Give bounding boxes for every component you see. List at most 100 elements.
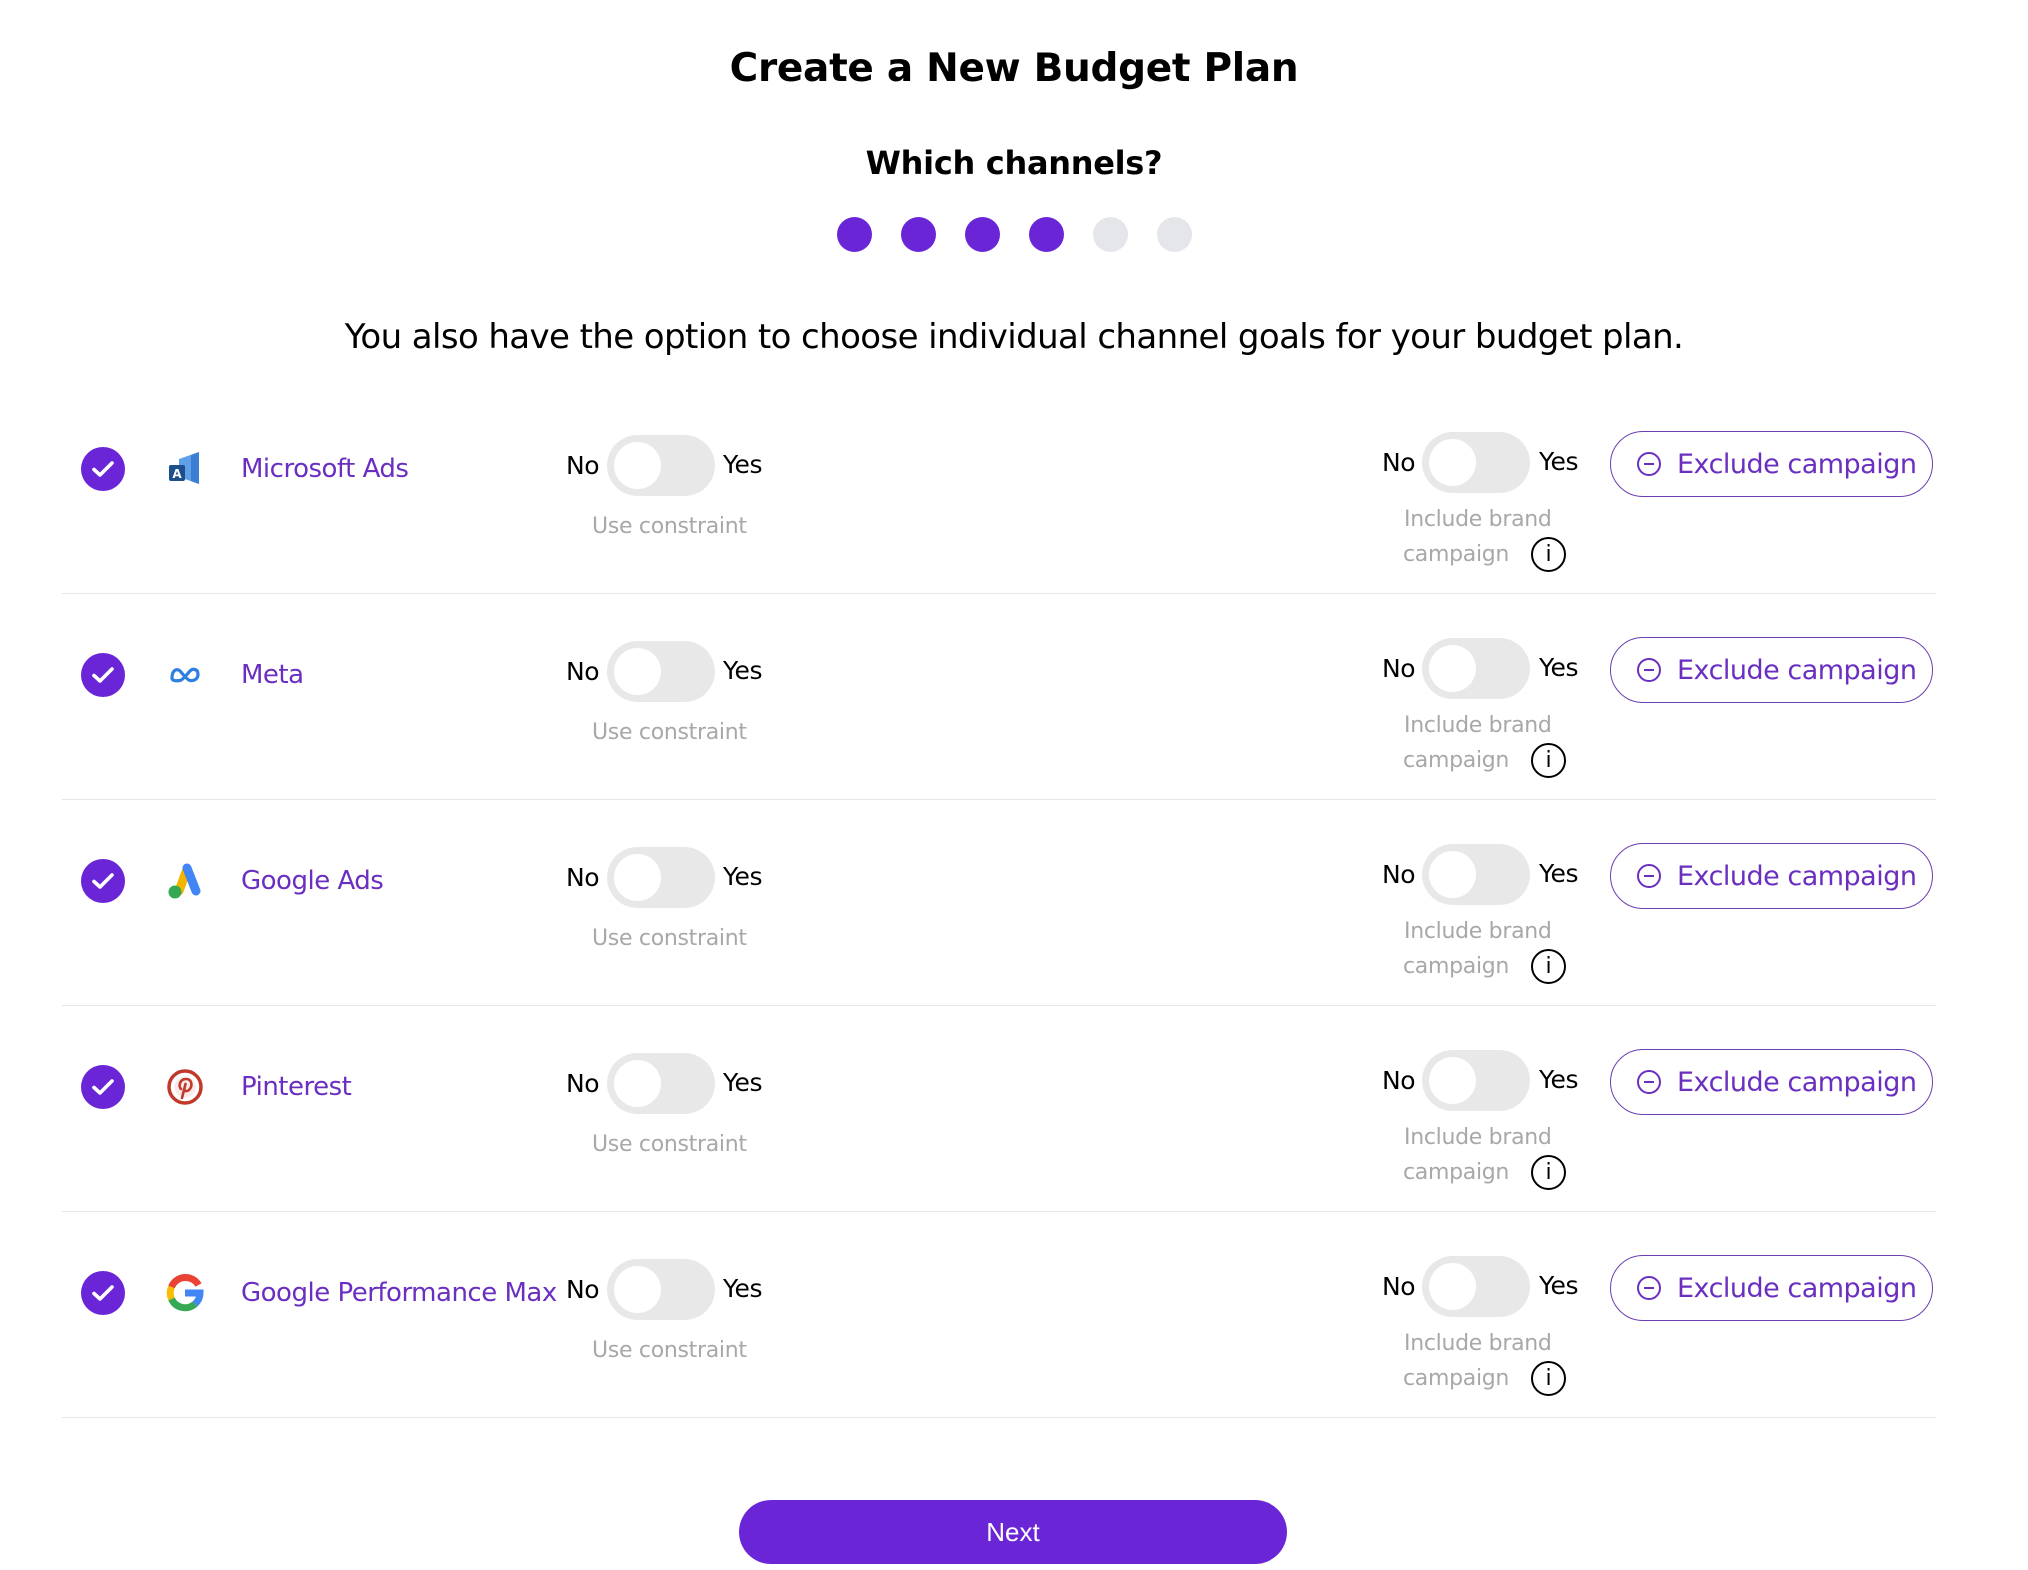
next-button[interactable]: Next: [739, 1500, 1287, 1564]
exclude-campaign-button[interactable]: Exclude campaign: [1610, 1255, 1933, 1321]
info-icon[interactable]: i: [1531, 1155, 1566, 1190]
use-constraint-label: Use constraint: [592, 720, 747, 745]
use-constraint-toggle[interactable]: [607, 435, 715, 496]
brand-yes-label: Yes: [1539, 447, 1579, 476]
page-title: Create a New Budget Plan: [729, 46, 1299, 91]
step-dot-pending: [1156, 217, 1192, 252]
brand-no-label: No: [1382, 654, 1416, 683]
exclude-campaign-button[interactable]: Exclude campaign: [1610, 843, 1933, 909]
use-constraint-toggle[interactable]: [607, 641, 715, 702]
use-constraint-toggle[interactable]: [607, 1053, 715, 1114]
use-constraint-label: Use constraint: [592, 1338, 747, 1363]
exclude-campaign-label: Exclude campaign: [1677, 1272, 1917, 1304]
constraint-no-label: No: [566, 863, 600, 892]
exclude-campaign-button[interactable]: Exclude campaign: [1610, 637, 1933, 703]
use-constraint-label: Use constraint: [592, 926, 747, 951]
include-brand-label: Include brand: [1404, 507, 1552, 532]
channel-name: Meta: [241, 660, 304, 690]
brand-no-label: No: [1382, 448, 1416, 477]
channel-checkbox[interactable]: [81, 1271, 125, 1315]
info-glyph: i: [1545, 748, 1552, 773]
constraint-yes-label: Yes: [723, 656, 763, 685]
minus-circle-icon: [1637, 1070, 1661, 1094]
toggle-knob: [614, 442, 661, 489]
channel-row: Pinterest No Yes Use constraint No Yes I…: [0, 1006, 2028, 1212]
info-icon[interactable]: i: [1531, 743, 1566, 778]
exclude-campaign-button[interactable]: Exclude campaign: [1610, 1049, 1933, 1115]
brand-yes-label: Yes: [1539, 1271, 1579, 1300]
toggle-knob: [614, 1266, 661, 1313]
info-glyph: i: [1545, 1160, 1552, 1185]
channel-checkbox[interactable]: [81, 653, 125, 697]
include-brand-campaign-toggle[interactable]: [1422, 432, 1530, 493]
brand-yes-label: Yes: [1539, 1065, 1579, 1094]
info-glyph: i: [1545, 542, 1552, 567]
brand-no-label: No: [1382, 1066, 1416, 1095]
constraint-no-label: No: [566, 1275, 600, 1304]
include-brand-label: Include brand: [1404, 1331, 1552, 1356]
channel-name: Google Ads: [241, 866, 384, 896]
channel-row: A Microsoft Ads No Yes Use constraint No…: [0, 388, 2028, 594]
toggle-knob: [1429, 851, 1476, 898]
include-brand-label-line2: campaign: [1403, 954, 1510, 979]
pinterest-icon: [164, 1067, 206, 1107]
use-constraint-toggle[interactable]: [607, 847, 715, 908]
use-constraint-toggle[interactable]: [607, 1259, 715, 1320]
channel-checkbox[interactable]: [81, 447, 125, 491]
step-title: Which channels?: [865, 144, 1163, 182]
include-brand-label: Include brand: [1404, 919, 1552, 944]
include-brand-campaign-toggle[interactable]: [1422, 638, 1530, 699]
checkmark-icon: [92, 1079, 114, 1095]
toggle-knob: [1429, 439, 1476, 486]
constraint-yes-label: Yes: [723, 450, 763, 479]
info-icon[interactable]: i: [1531, 537, 1566, 572]
toggle-knob: [614, 648, 661, 695]
toggle-knob: [614, 854, 661, 901]
svg-text:A: A: [172, 467, 182, 481]
step-dot-completed: [900, 217, 936, 252]
include-brand-campaign-toggle[interactable]: [1422, 844, 1530, 905]
info-icon[interactable]: i: [1531, 949, 1566, 984]
include-brand-campaign-toggle[interactable]: [1422, 1256, 1530, 1317]
checkmark-icon: [92, 461, 114, 477]
step-progress: [0, 217, 2028, 252]
row-divider: [62, 1417, 1936, 1418]
meta-icon: [164, 655, 206, 695]
constraint-yes-label: Yes: [723, 862, 763, 891]
channel-checkbox[interactable]: [81, 1065, 125, 1109]
constraint-no-label: No: [566, 657, 600, 686]
minus-circle-icon: [1637, 452, 1661, 476]
exclude-campaign-label: Exclude campaign: [1677, 654, 1917, 686]
checkmark-icon: [92, 1285, 114, 1301]
channel-name: Pinterest: [241, 1072, 352, 1102]
minus-circle-icon: [1637, 658, 1661, 682]
toggle-knob: [1429, 645, 1476, 692]
include-brand-label-line2: campaign: [1403, 542, 1510, 567]
checkmark-icon: [92, 873, 114, 889]
channel-row: Google Performance Max No Yes Use constr…: [0, 1212, 2028, 1418]
include-brand-label-line2: campaign: [1403, 748, 1510, 773]
google-ads-icon: [164, 861, 206, 901]
brand-no-label: No: [1382, 860, 1416, 889]
brand-yes-label: Yes: [1539, 859, 1579, 888]
include-brand-label-line2: campaign: [1403, 1366, 1510, 1391]
exclude-campaign-button[interactable]: Exclude campaign: [1610, 431, 1933, 497]
toggle-knob: [1429, 1263, 1476, 1310]
exclude-campaign-label: Exclude campaign: [1677, 860, 1917, 892]
step-dot-completed: [964, 217, 1000, 252]
info-icon[interactable]: i: [1531, 1361, 1566, 1396]
include-brand-campaign-toggle[interactable]: [1422, 1050, 1530, 1111]
channel-checkbox[interactable]: [81, 859, 125, 903]
constraint-no-label: No: [566, 1069, 600, 1098]
channel-row: Google Ads No Yes Use constraint No Yes …: [0, 800, 2028, 1006]
toggle-knob: [1429, 1057, 1476, 1104]
include-brand-label: Include brand: [1404, 1125, 1552, 1150]
toggle-knob: [614, 1060, 661, 1107]
brand-no-label: No: [1382, 1272, 1416, 1301]
channel-name: Microsoft Ads: [241, 454, 409, 484]
constraint-yes-label: Yes: [723, 1274, 763, 1303]
step-dot-completed: [1028, 217, 1064, 252]
include-brand-label: Include brand: [1404, 713, 1552, 738]
info-glyph: i: [1545, 1366, 1552, 1391]
exclude-campaign-label: Exclude campaign: [1677, 448, 1917, 480]
